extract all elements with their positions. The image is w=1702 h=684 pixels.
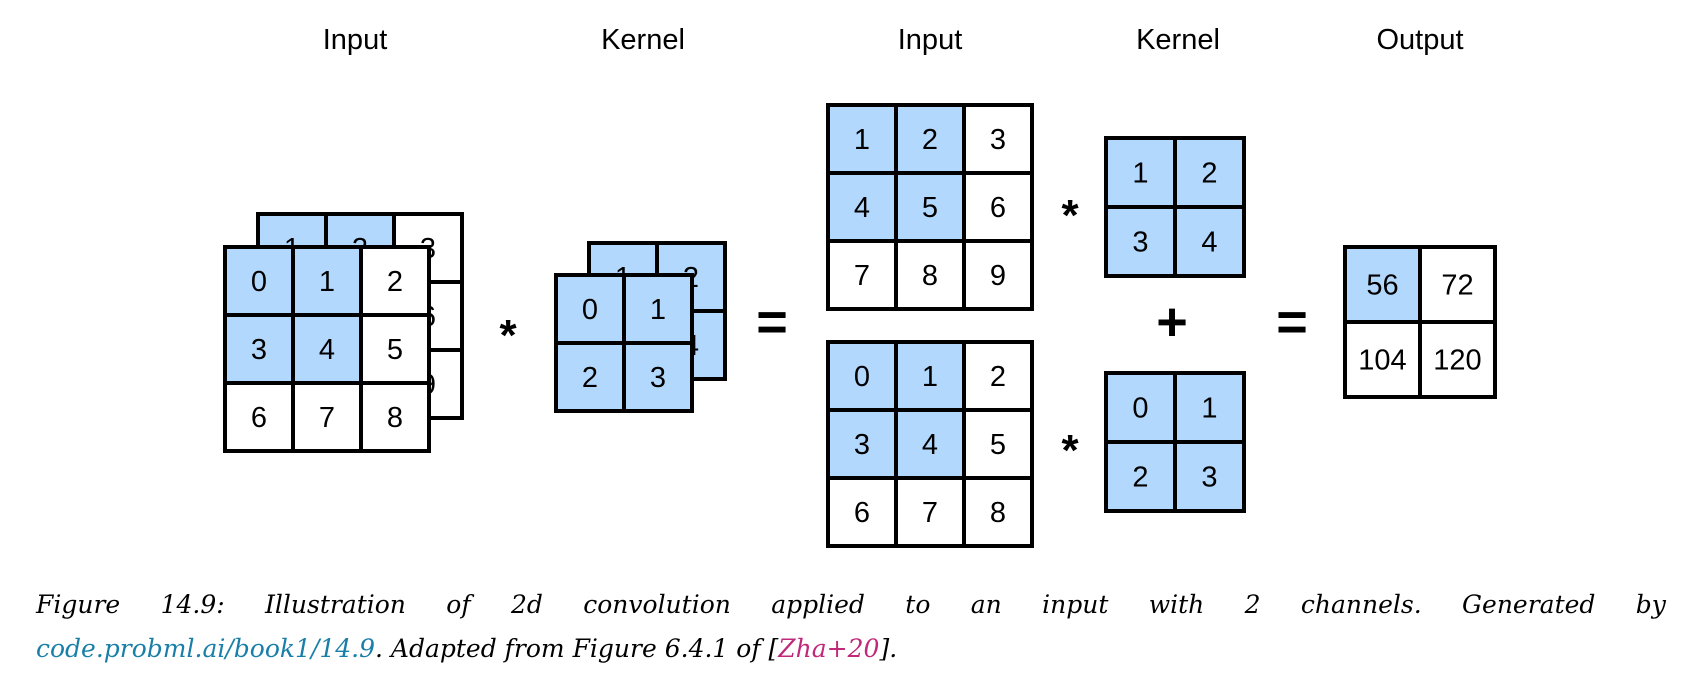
caption-word: input	[1042, 590, 1109, 619]
cell-value: 120	[1433, 345, 1481, 377]
caption-word: Figure	[36, 590, 121, 619]
cell-value: 6	[854, 497, 870, 529]
cell-value: 2	[582, 362, 598, 394]
caption-word: by	[1635, 590, 1666, 619]
cell-value: 0	[582, 294, 598, 326]
cell-value: 0	[1132, 393, 1148, 425]
cell-value: 7	[922, 497, 938, 529]
cell-value: 7	[319, 402, 335, 434]
caption-word: channels.	[1300, 590, 1422, 619]
cell-value: 2	[1201, 158, 1217, 190]
label-input-left: Input	[323, 24, 388, 56]
grid-input-ch0: 0 1 2 3 4 5 6 7 8	[223, 245, 431, 453]
cell-value: 9	[990, 260, 1006, 292]
caption-text: . Adapted from Figure 6.4.1 of [	[375, 634, 779, 663]
cell-value: 3	[990, 124, 1006, 156]
cell-value: 0	[854, 361, 870, 393]
conv-operator-bottom: *	[1061, 426, 1079, 475]
cell-value: 5	[922, 192, 938, 224]
cell-value: 4	[854, 192, 870, 224]
caption-end: ].	[879, 634, 898, 663]
conv-operator-top: *	[1061, 191, 1079, 240]
cell-value: 8	[922, 260, 938, 292]
cell-value: 72	[1441, 270, 1473, 302]
caption-word: 14.9:	[160, 590, 225, 619]
caption-word: applied	[771, 590, 865, 619]
label-output: Output	[1376, 24, 1463, 56]
cell-value: 5	[387, 334, 403, 366]
cell-value: 3	[251, 334, 267, 366]
caption-word: convolution	[583, 590, 731, 619]
cell-value: 0	[251, 266, 267, 298]
cell-value: 1	[650, 294, 666, 326]
label-input-right: Input	[898, 24, 963, 56]
grid-output: 56 72 104 120	[1343, 245, 1497, 399]
caption-word: Illustration	[265, 590, 406, 619]
caption-word: an	[970, 590, 1002, 619]
caption-word: to	[905, 590, 931, 619]
cell-value: 4	[922, 429, 938, 461]
code-link[interactable]: code.probml.ai/book1/14.9	[36, 634, 375, 663]
cell-value: 3	[650, 362, 666, 394]
cell-value: 2	[922, 124, 938, 156]
grid-kernel-ch1-top: 1 2 3 4	[1104, 136, 1246, 278]
label-kernel-left: Kernel	[601, 24, 685, 56]
grid-input-ch0-bottom: 0 1 2 3 4 5 6 7 8	[826, 340, 1034, 548]
cell-value: 3	[1201, 462, 1217, 494]
grid-input-ch1-top: 1 2 3 4 5 6 7 8 9	[826, 103, 1034, 311]
cell-value: 2	[387, 266, 403, 298]
caption-word: of	[446, 590, 471, 619]
cell-value: 4	[319, 334, 335, 366]
cell-value: 2	[1132, 462, 1148, 494]
equals-operator-right: =	[1276, 292, 1308, 352]
cell-value: 6	[990, 192, 1006, 224]
cell-value: 3	[854, 429, 870, 461]
cell-value: 56	[1366, 270, 1398, 302]
conv-operator: *	[499, 311, 517, 360]
caption-word: Generated	[1462, 590, 1596, 619]
label-kernel-right: Kernel	[1136, 24, 1220, 56]
cell-value: 4	[1201, 227, 1217, 259]
cell-value: 8	[990, 497, 1006, 529]
cell-value: 1	[1201, 393, 1217, 425]
caption-word: 2	[1244, 590, 1261, 619]
plus-operator: +	[1156, 292, 1188, 352]
cell-value: 2	[990, 361, 1006, 393]
cell-value: 6	[251, 402, 267, 434]
cell-value: 104	[1358, 345, 1406, 377]
caption-word: with	[1148, 590, 1205, 619]
citation-link[interactable]: Zha+20	[778, 634, 879, 663]
grid-kernel-ch0-bottom: 0 1 2 3	[1104, 371, 1246, 513]
cell-value: 1	[319, 266, 335, 298]
convolution-diagram: Input Kernel Input Kernel Output 1234567…	[223, 24, 1497, 548]
cell-value: 3	[1132, 227, 1148, 259]
grid-kernel-ch0: 0 1 2 3	[554, 273, 694, 413]
caption-line-2: code.probml.ai/book1/14.9. Adapted from …	[36, 634, 1666, 663]
cell-value: 8	[387, 402, 403, 434]
equals-operator: =	[756, 292, 788, 352]
cell-value: 1	[922, 361, 938, 393]
cell-value: 5	[990, 429, 1006, 461]
caption-word: 2d	[510, 590, 543, 619]
cell-value: 7	[854, 260, 870, 292]
cell-value: 1	[1132, 158, 1148, 190]
cell-value: 1	[854, 124, 870, 156]
caption-line-1: Figure 14.9: Illustration of 2d convolution ap…	[36, 590, 1666, 619]
